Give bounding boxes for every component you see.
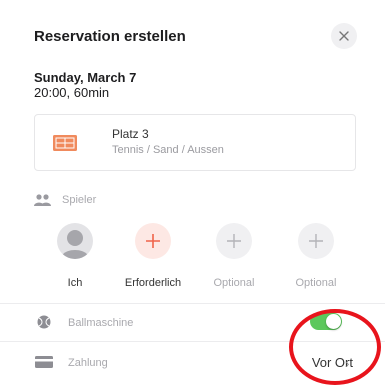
plus-icon bbox=[146, 234, 160, 248]
reservation-date: Sunday, March 7 bbox=[34, 70, 137, 85]
player-slot-optional[interactable]: Optional bbox=[281, 223, 351, 293]
plus-icon bbox=[227, 234, 241, 248]
player-slot-label: Optional bbox=[213, 277, 255, 289]
card-icon bbox=[35, 356, 53, 368]
reservation-panel: Reservation erstellen Sunday, March 7 20… bbox=[0, 0, 385, 391]
court-name: Platz 3 bbox=[112, 127, 149, 141]
player-slot-label: Erforderlich bbox=[124, 277, 182, 289]
court-description: Tennis / Sand / Aussen bbox=[112, 144, 224, 156]
ball-machine-label: Ballmaschine bbox=[68, 317, 134, 329]
add-player-button[interactable] bbox=[216, 223, 252, 259]
player-slot-label: Optional bbox=[295, 277, 337, 289]
divider bbox=[0, 303, 385, 304]
page-title: Reservation erstellen bbox=[34, 28, 186, 45]
people-icon bbox=[34, 194, 51, 206]
reservation-time: 20:00, 60min bbox=[34, 85, 110, 100]
players-label: Spieler bbox=[62, 194, 97, 206]
player-slot-optional[interactable]: Optional bbox=[199, 223, 269, 293]
avatar bbox=[57, 223, 93, 259]
player-slot-required[interactable]: Erforderlich bbox=[118, 223, 188, 293]
add-player-button[interactable] bbox=[135, 223, 171, 259]
close-icon bbox=[339, 31, 349, 41]
highlight-circle bbox=[289, 309, 381, 385]
player-slot-label: Ich bbox=[67, 277, 83, 289]
court-icon bbox=[53, 135, 77, 151]
court-card[interactable]: Platz 3 Tennis / Sand / Aussen bbox=[34, 114, 356, 171]
player-slot-me[interactable]: Ich bbox=[40, 223, 110, 293]
add-player-button[interactable] bbox=[298, 223, 334, 259]
payment-label: Zahlung bbox=[68, 357, 108, 369]
person-icon bbox=[61, 230, 89, 259]
plus-icon bbox=[309, 234, 323, 248]
close-button[interactable] bbox=[331, 23, 357, 49]
ball-icon bbox=[37, 315, 51, 329]
